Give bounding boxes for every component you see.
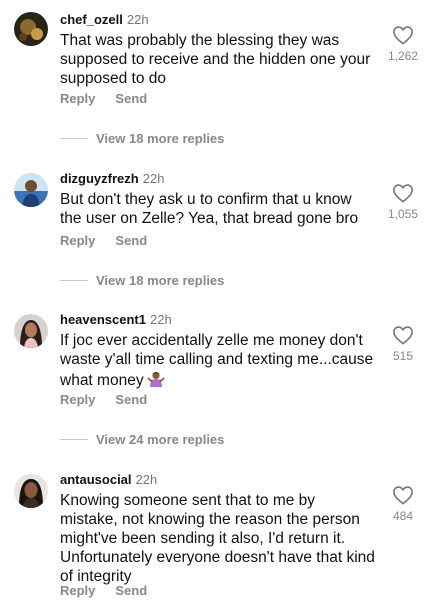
woman-portrait-avatar-icon [14, 314, 48, 348]
comment-meta: dizguyzfrezh 22h [60, 171, 164, 187]
heart-icon [393, 486, 413, 505]
avatar[interactable] [14, 314, 48, 348]
comment-meta: antausocial 22h [60, 472, 157, 488]
dark-food-photo-avatar-icon [14, 12, 48, 46]
send-button[interactable]: Send [115, 233, 147, 248]
comment-text: Knowing someone sent that to me by mista… [60, 492, 375, 585]
like-count: 1,262 [387, 49, 419, 63]
comment-text: If joc ever accidentally zelle me money … [60, 331, 376, 392]
comment-actions: Reply Send [60, 91, 147, 106]
view-more-replies[interactable]: View 18 more replies [60, 273, 224, 288]
view-more-replies[interactable]: View 24 more replies [60, 432, 224, 447]
heart-icon [393, 26, 413, 45]
comment-text: But don't they ask u to confirm that u k… [60, 191, 359, 227]
like-button[interactable]: 515 [380, 325, 426, 363]
person-shrugging-emoji-icon [147, 369, 165, 392]
timestamp: 22h [126, 12, 149, 27]
view-more-replies[interactable]: View 18 more replies [60, 131, 224, 146]
comment-text: That was probably the blessing they was … [60, 32, 371, 87]
heart-icon [393, 184, 413, 203]
like-count: 515 [392, 349, 414, 363]
like-button[interactable]: 1,055 [380, 183, 426, 221]
comment-actions: Reply Send [60, 233, 147, 248]
avatar[interactable] [14, 474, 48, 508]
reply-button[interactable]: Reply [60, 392, 95, 407]
username[interactable]: heavenscent1 [60, 312, 146, 327]
comment-text-content: If joc ever accidentally zelle me money … [60, 332, 374, 389]
send-button[interactable]: Send [115, 392, 147, 407]
woman-dark-hair-avatar-icon [14, 474, 48, 508]
avatar[interactable] [14, 12, 48, 46]
reply-button[interactable]: Reply [60, 233, 95, 248]
username[interactable]: antausocial [60, 472, 132, 487]
timestamp: 22h [142, 171, 165, 186]
send-button[interactable]: Send [115, 91, 147, 106]
avatar[interactable] [14, 173, 48, 207]
comment-actions: Reply Send [60, 583, 147, 598]
like-button[interactable]: 1,262 [380, 25, 426, 63]
comment-meta: chef_ozell 22h [60, 12, 149, 28]
like-count: 1,055 [387, 207, 419, 221]
blue-figure-avatar-icon [14, 173, 48, 207]
divider-line [60, 280, 88, 281]
send-button[interactable]: Send [115, 583, 147, 598]
timestamp: 22h [135, 472, 158, 487]
heart-icon [393, 326, 413, 345]
username[interactable]: chef_ozell [60, 12, 123, 27]
timestamp: 22h [150, 312, 172, 327]
reply-button[interactable]: Reply [60, 91, 95, 106]
like-button[interactable]: 484 [380, 485, 426, 523]
view-replies-label: View 24 more replies [96, 432, 225, 447]
comment-meta: heavenscent1 22h [60, 312, 172, 328]
comment-actions: Reply Send [60, 392, 147, 407]
reply-button[interactable]: Reply [60, 583, 95, 598]
like-count: 484 [392, 509, 414, 523]
divider-line [60, 138, 88, 139]
view-replies-label: View 18 more replies [96, 273, 225, 288]
username[interactable]: dizguyzfrezh [60, 171, 139, 186]
divider-line [60, 439, 88, 440]
view-replies-label: View 18 more replies [96, 131, 225, 146]
